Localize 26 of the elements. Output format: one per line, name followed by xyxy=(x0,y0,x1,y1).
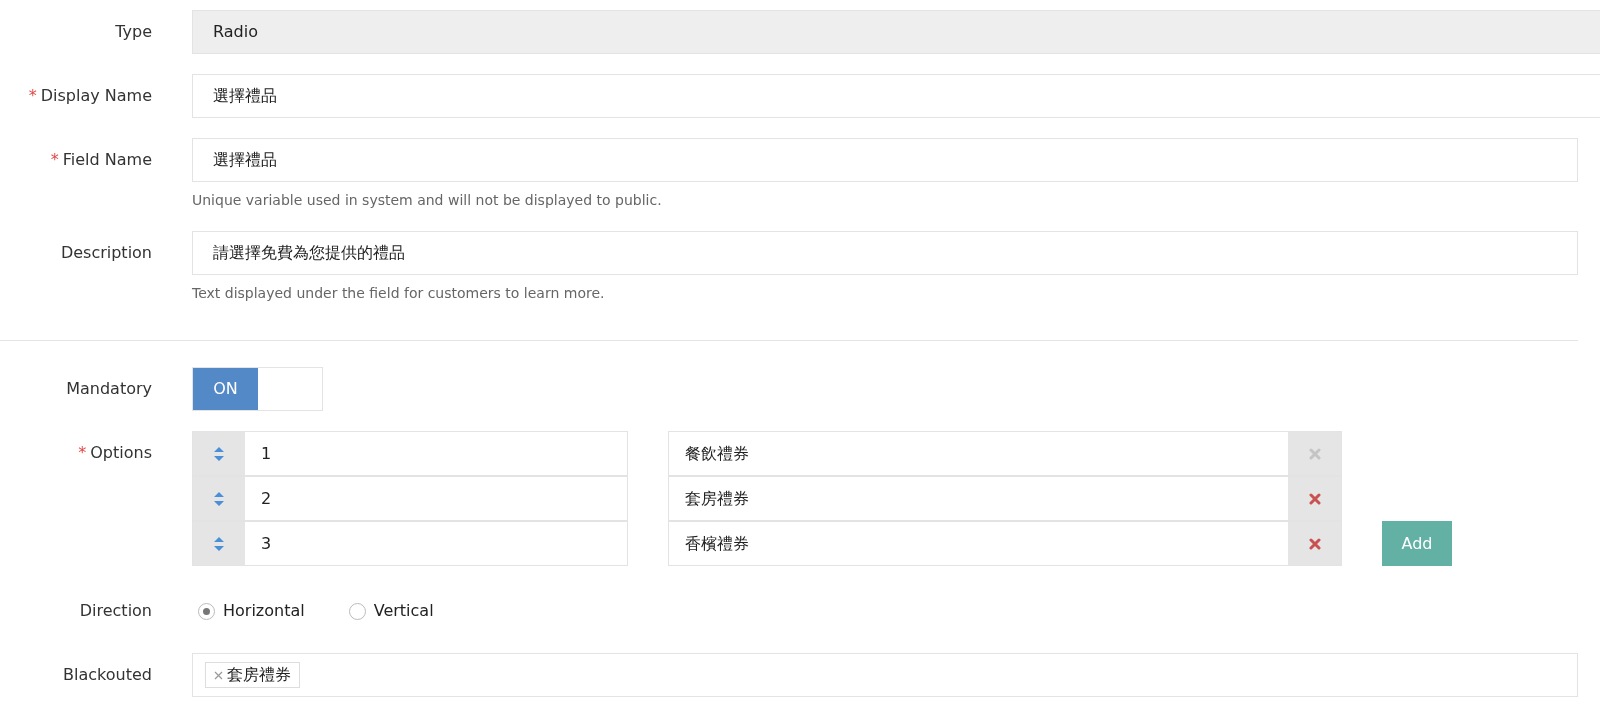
field-label: Description xyxy=(60,242,152,264)
required-asterisk: * xyxy=(78,442,87,464)
field-label: Display Name xyxy=(40,85,152,107)
text-field[interactable]: 請選擇免費為您提供的禮品 xyxy=(192,231,1578,275)
radio-option[interactable]: Vertical xyxy=(348,599,434,623)
radio-button[interactable] xyxy=(348,602,366,620)
tag-text: 套房禮券 xyxy=(227,664,291,686)
required-asterisk: * xyxy=(28,85,37,107)
toggle-on-part: ON xyxy=(193,368,258,410)
field-label: Options xyxy=(90,442,152,464)
help-text: Unique variable used in system and will not be displayed to public. xyxy=(192,191,663,210)
radio-option[interactable]: Horizontal xyxy=(198,599,305,623)
text-field[interactable]: 選擇禮品 xyxy=(192,138,1578,182)
radio-button[interactable] xyxy=(198,602,215,620)
field-label: Mandatory xyxy=(66,378,152,400)
required-asterisk: * xyxy=(50,149,59,171)
field-label: Type xyxy=(115,21,152,43)
field-label: Direction xyxy=(79,600,152,622)
text-field[interactable]: Radio xyxy=(192,10,1600,54)
text-field[interactable]: 選擇禮品 xyxy=(192,74,1600,118)
toggle-switch[interactable]: ON xyxy=(192,367,323,411)
field-label: Blackouted xyxy=(63,664,152,686)
tag-select-field[interactable]: 套房禮券 xyxy=(192,653,1578,697)
close-icon[interactable] xyxy=(214,670,223,680)
field-label: Field Name xyxy=(62,149,152,171)
help-text: Text displayed under the field for customers to learn more. xyxy=(192,284,606,303)
